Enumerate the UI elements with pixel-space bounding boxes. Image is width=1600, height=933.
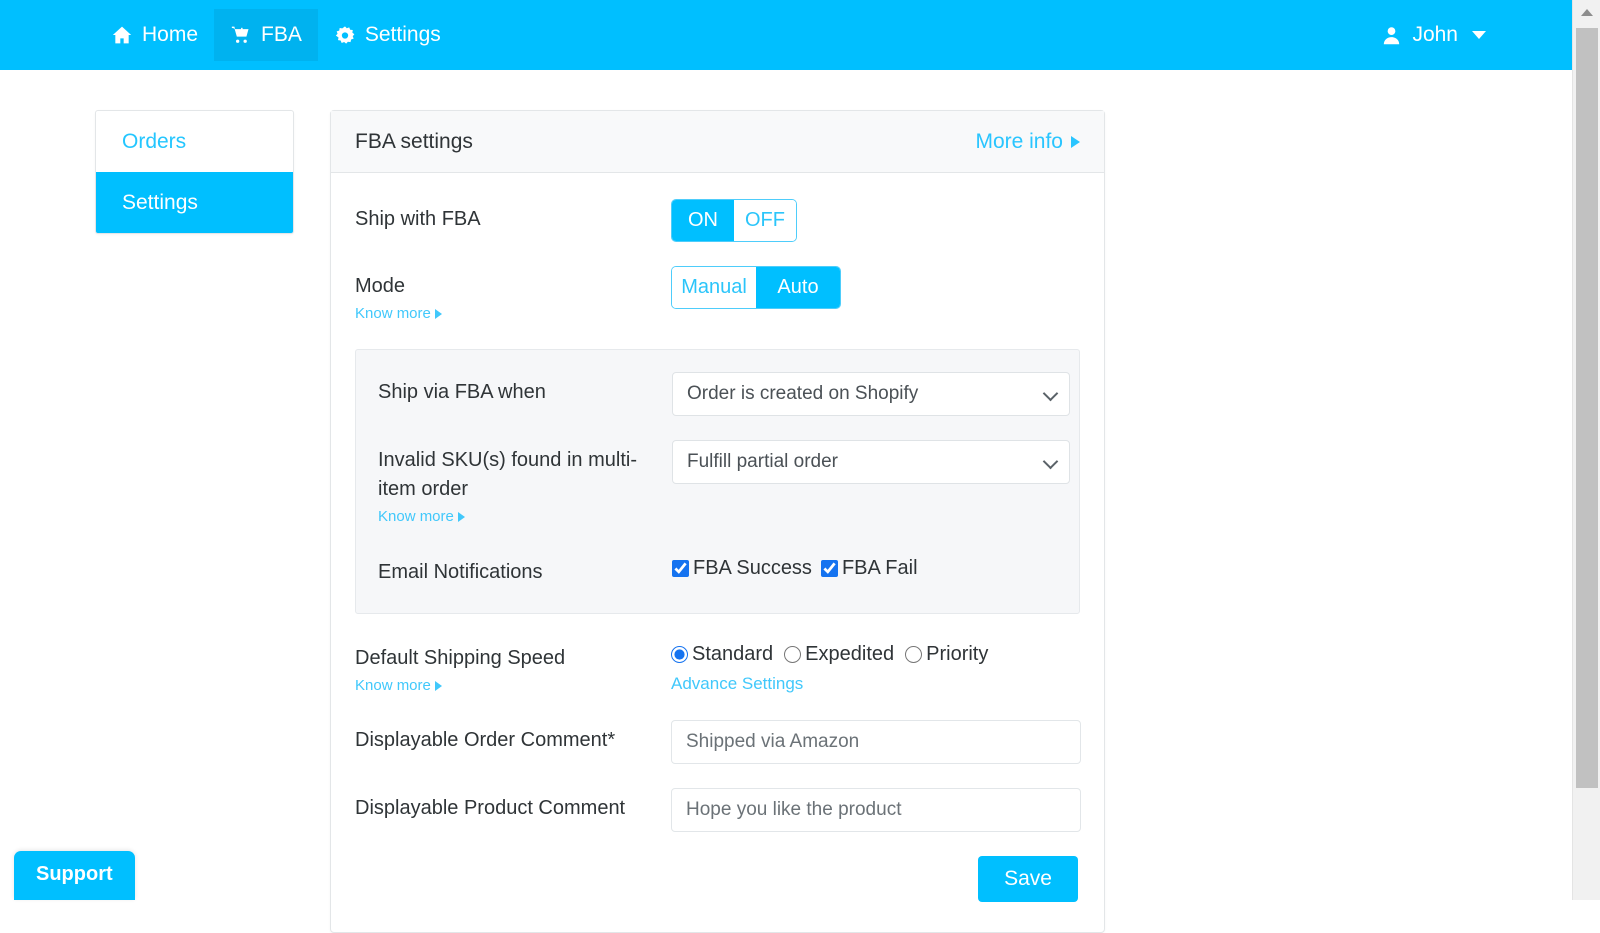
nav-item-label: Home [142, 23, 199, 46]
mode-label-text: Mode [355, 275, 406, 297]
row-email-notifications: Email Notifications FBA Success FBA Fail [378, 552, 1057, 587]
auto-mode-panel: Ship via FBA when Order is created on Sh… [355, 348, 1080, 614]
toggle-option-auto[interactable]: Auto [756, 267, 840, 308]
fba-success-label[interactable]: FBA Success [693, 557, 812, 580]
invalid-sku-label-text: Invalid SKU(s) found in multi-item order [378, 448, 637, 500]
page-scrollbar[interactable] [1572, 0, 1600, 900]
ship-via-fba-when-control: Order is created on Shopify Order is pai… [672, 371, 1070, 416]
home-icon [111, 25, 133, 45]
scrollbar-thumb[interactable] [1576, 28, 1598, 788]
invalid-sku-select[interactable]: Fulfill partial order Do not fulfill ord… [672, 439, 1070, 484]
arrow-right-icon [434, 680, 442, 691]
ship-via-fba-when-label: Ship via FBA when [378, 380, 546, 403]
sidebar-item-label: Orders [122, 130, 187, 153]
default-shipping-speed-label: Default Shipping Speed Know more [355, 638, 671, 697]
page-title: FBA settings [355, 129, 473, 153]
invalid-sku-know-more-link[interactable]: Know more [378, 506, 672, 528]
invalid-sku-label: Invalid SKU(s) found in multi-item order… [378, 440, 672, 528]
toggle-option-on[interactable]: ON [672, 200, 734, 241]
sidebar-item-settings[interactable]: Settings [96, 172, 293, 234]
row-order-comment: Displayable Order Comment* [355, 720, 1081, 765]
shipping-speed-radio-expedited[interactable] [784, 645, 802, 663]
gear-icon [334, 25, 356, 46]
email-notifications-checkbox-group: FBA Success FBA Fail [672, 552, 1057, 580]
nav-item-fba[interactable]: FBA [214, 9, 318, 61]
sidebar: Orders Settings [95, 110, 294, 235]
row-default-shipping-speed: Default Shipping Speed Know more Standar… [355, 638, 1080, 697]
shipping-speed-priority-label[interactable]: Priority [926, 643, 988, 666]
card-body: Ship with FBA ON OFF Mode Know more Manu… [331, 173, 1104, 932]
top-navbar: Home FBA Settings John [0, 0, 1572, 70]
fba-success-checkbox[interactable] [672, 559, 689, 577]
email-notifications-label: Email Notifications [378, 560, 543, 583]
arrow-right-icon [457, 511, 465, 522]
know-more-label: Know more [355, 676, 431, 694]
row-ship-via-fba-when: Ship via FBA when Order is created on Sh… [378, 371, 1070, 416]
nav-item-label: FBA [261, 23, 302, 46]
order-comment-label: Displayable Order Comment* [355, 729, 616, 752]
save-button[interactable]: Save [978, 856, 1078, 903]
advance-settings-link[interactable]: Advance Settings [671, 674, 1080, 694]
row-mode: Mode Know more Manual Auto [355, 266, 1080, 325]
shipping-speed-standard-label[interactable]: Standard [692, 643, 773, 666]
order-comment-input[interactable] [671, 720, 1081, 765]
chevron-down-icon [1472, 31, 1486, 39]
user-menu[interactable]: John [1381, 23, 1486, 47]
mode-know-more-link[interactable]: Know more [355, 303, 671, 325]
page-content: Orders Settings FBA settings More info S… [0, 70, 1572, 933]
fba-fail-checkbox[interactable] [820, 559, 838, 577]
shipping-speed-know-more-link[interactable]: Know more [355, 675, 671, 697]
default-shipping-speed-label-text: Default Shipping Speed [355, 646, 566, 669]
row-invalid-sku: Invalid SKU(s) found in multi-item order… [378, 439, 1070, 528]
order-comment-control [671, 720, 1081, 765]
shipping-speed-expedited-label[interactable]: Expedited [805, 643, 894, 666]
row-product-comment: Displayable Product Comment [355, 788, 1081, 833]
ship-via-fba-when-select[interactable]: Order is created on Shopify Order is pai… [672, 371, 1070, 416]
nav-item-home[interactable]: Home [95, 9, 214, 61]
user-name-label: John [1412, 23, 1458, 46]
product-comment-label: Displayable Product Comment [355, 797, 626, 820]
shopping-cart-plus-icon [230, 25, 252, 45]
more-info-label: More info [975, 129, 1063, 153]
fba-settings-card: FBA settings More info Ship with FBA ON … [330, 110, 1105, 933]
mode-control: Manual Auto [671, 266, 1080, 309]
sidebar-item-label: Settings [122, 191, 198, 215]
more-info-link[interactable]: More info [975, 130, 1080, 154]
product-comment-input[interactable] [671, 788, 1081, 833]
arrow-right-icon [434, 309, 442, 320]
sidebar-item-orders[interactable]: Orders [96, 111, 293, 172]
email-notifications-control: FBA Success FBA Fail [672, 552, 1057, 580]
invalid-sku-select-wrap: Fulfill partial order Do not fulfill ord… [672, 439, 1070, 484]
know-more-label: Know more [378, 507, 454, 525]
save-row: Save [355, 856, 1080, 903]
mode-toggle[interactable]: Manual Auto [671, 266, 841, 309]
shipping-speed-radio-group: Standard Expedited Priority [671, 638, 1080, 666]
shipping-speed-radio-standard[interactable] [671, 645, 688, 663]
ship-with-fba-label: Ship with FBA [355, 208, 481, 230]
mode-label: Mode Know more [355, 266, 671, 325]
user-icon [1381, 25, 1402, 46]
row-ship-with-fba: Ship with FBA ON OFF [355, 199, 1080, 242]
invalid-sku-control: Fulfill partial order Do not fulfill ord… [672, 439, 1070, 484]
arrow-right-icon [1071, 135, 1080, 148]
ship-with-fba-control: ON OFF [671, 199, 1080, 242]
default-shipping-speed-control: Standard Expedited Priority Advance Sett… [671, 638, 1080, 694]
navbar-menu: Home FBA Settings [95, 0, 457, 70]
ship-with-fba-toggle[interactable]: ON OFF [671, 199, 797, 242]
fba-fail-label[interactable]: FBA Fail [842, 557, 918, 580]
nav-item-label: Settings [364, 23, 441, 46]
support-button[interactable]: Support [14, 851, 135, 900]
toggle-option-manual[interactable]: Manual [672, 267, 756, 308]
know-more-label: Know more [355, 305, 431, 322]
card-header: FBA settings More info [331, 111, 1104, 173]
product-comment-control [671, 788, 1081, 833]
toggle-option-off[interactable]: OFF [734, 200, 796, 241]
scroll-up-arrow-icon[interactable] [1573, 0, 1600, 24]
shipping-speed-radio-priority[interactable] [905, 645, 923, 663]
nav-item-settings[interactable]: Settings [318, 9, 457, 61]
ship-via-fba-when-select-wrap: Order is created on Shopify Order is pai… [672, 371, 1070, 416]
